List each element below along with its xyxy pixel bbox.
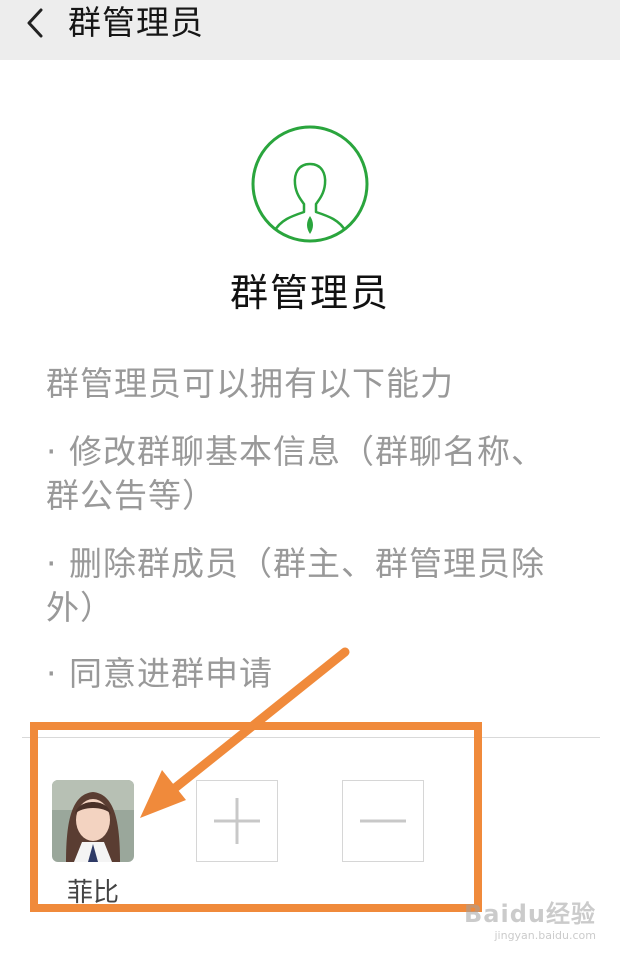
watermark: Baidu经验 jingyan.baidu.com xyxy=(464,894,596,942)
watermark-main: Baidu经验 xyxy=(464,900,596,928)
annotation-arrow xyxy=(140,647,350,818)
watermark-sub: jingyan.baidu.com xyxy=(494,929,596,942)
